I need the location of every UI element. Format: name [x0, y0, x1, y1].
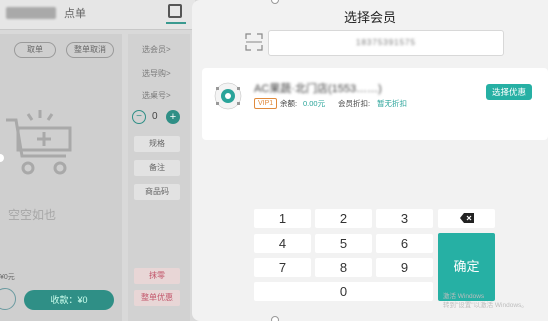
- round-off-button[interactable]: 抹零: [134, 268, 180, 284]
- cancel-order-button[interactable]: 整单取消: [66, 42, 114, 58]
- scan-icon[interactable]: [245, 33, 263, 51]
- key-2[interactable]: 2: [315, 209, 372, 228]
- select-guide-link[interactable]: 选导购>: [142, 68, 171, 79]
- resize-handle-bottom: [271, 316, 279, 321]
- product-code-button[interactable]: 商品码: [134, 184, 180, 200]
- plus-button[interactable]: +: [166, 110, 180, 124]
- bg-product-panel: 选会员> 选导购> 选桌号> − 0 + 规格 备注 商品码 抹零 整单优惠: [128, 34, 190, 321]
- watermark-line-2: 转到"设置"以激活 Windows。: [443, 302, 528, 309]
- key-9[interactable]: 9: [376, 258, 433, 277]
- member-phone-input[interactable]: 18375391575: [268, 30, 504, 56]
- key-0[interactable]: 0: [254, 282, 433, 301]
- active-underline: [166, 22, 186, 24]
- select-member-link[interactable]: 选会员>: [142, 44, 171, 55]
- select-table-link[interactable]: 选桌号>: [142, 90, 171, 101]
- empty-cart-icon: [6, 110, 72, 175]
- order-total: ¥0元: [0, 274, 15, 281]
- confirm-button[interactable]: 确定: [438, 233, 495, 301]
- left-circle-button[interactable]: [0, 288, 16, 310]
- watermark-line-1: 激活 Windows: [443, 293, 485, 300]
- bg-topbar: 点单: [0, 0, 195, 30]
- modal-title: 选择会员: [343, 10, 396, 25]
- quantity-stepper: − 0 +: [132, 110, 186, 126]
- edit-icon[interactable]: [168, 4, 182, 18]
- empty-cart-text: 空空如也: [8, 208, 57, 222]
- select-promotion-button[interactable]: 选择优惠: [486, 84, 532, 100]
- member-card[interactable]: AC果蔬·北门店(1553……) VIP1 余额: 0.00元 会员折扣: 暂无…: [202, 68, 548, 140]
- vip-level-badge: VIP1: [254, 98, 278, 109]
- bg-order-title: 点单: [64, 8, 86, 20]
- discount-value: 暂无折扣: [377, 99, 407, 108]
- quantity-value: 0: [152, 111, 158, 122]
- member-name: AC果蔬·北门店(1553……): [254, 83, 382, 95]
- key-4[interactable]: 4: [254, 234, 311, 253]
- key-6[interactable]: 6: [376, 234, 433, 253]
- balance-label: 余额:: [280, 99, 298, 108]
- key-5[interactable]: 5: [315, 234, 372, 253]
- key-7[interactable]: 7: [254, 258, 311, 277]
- avatar: [214, 82, 242, 110]
- minus-button[interactable]: −: [132, 110, 146, 124]
- backspace-key[interactable]: [438, 209, 495, 228]
- resize-handle-top: [271, 0, 279, 4]
- windows-activation-watermark: 激活 Windows 转到"设置"以激活 Windows。: [443, 292, 528, 310]
- phone-input-value: 18375391575: [356, 38, 416, 47]
- remark-button[interactable]: 备注: [134, 160, 180, 176]
- key-3[interactable]: 3: [376, 209, 433, 228]
- backspace-icon: [459, 213, 474, 224]
- collect-payment-button[interactable]: 收款：¥0: [24, 290, 114, 310]
- select-member-modal: 选择会员 18375391575 AC果蔬·北门店(1553……) VIP1 余…: [192, 0, 548, 321]
- balance-value: 0.00元: [303, 99, 326, 108]
- key-8[interactable]: 8: [315, 258, 372, 277]
- hold-button[interactable]: 取单: [14, 42, 56, 58]
- bg-shop-name: [6, 7, 56, 19]
- bg-order-panel: 取单 整单取消 空空如也 ¥0元 收款：¥0: [0, 34, 122, 321]
- key-1[interactable]: 1: [254, 209, 311, 228]
- order-discount-button[interactable]: 整单优惠: [134, 290, 180, 306]
- spec-button[interactable]: 规格: [134, 136, 180, 152]
- discount-label: 会员折扣:: [338, 99, 371, 108]
